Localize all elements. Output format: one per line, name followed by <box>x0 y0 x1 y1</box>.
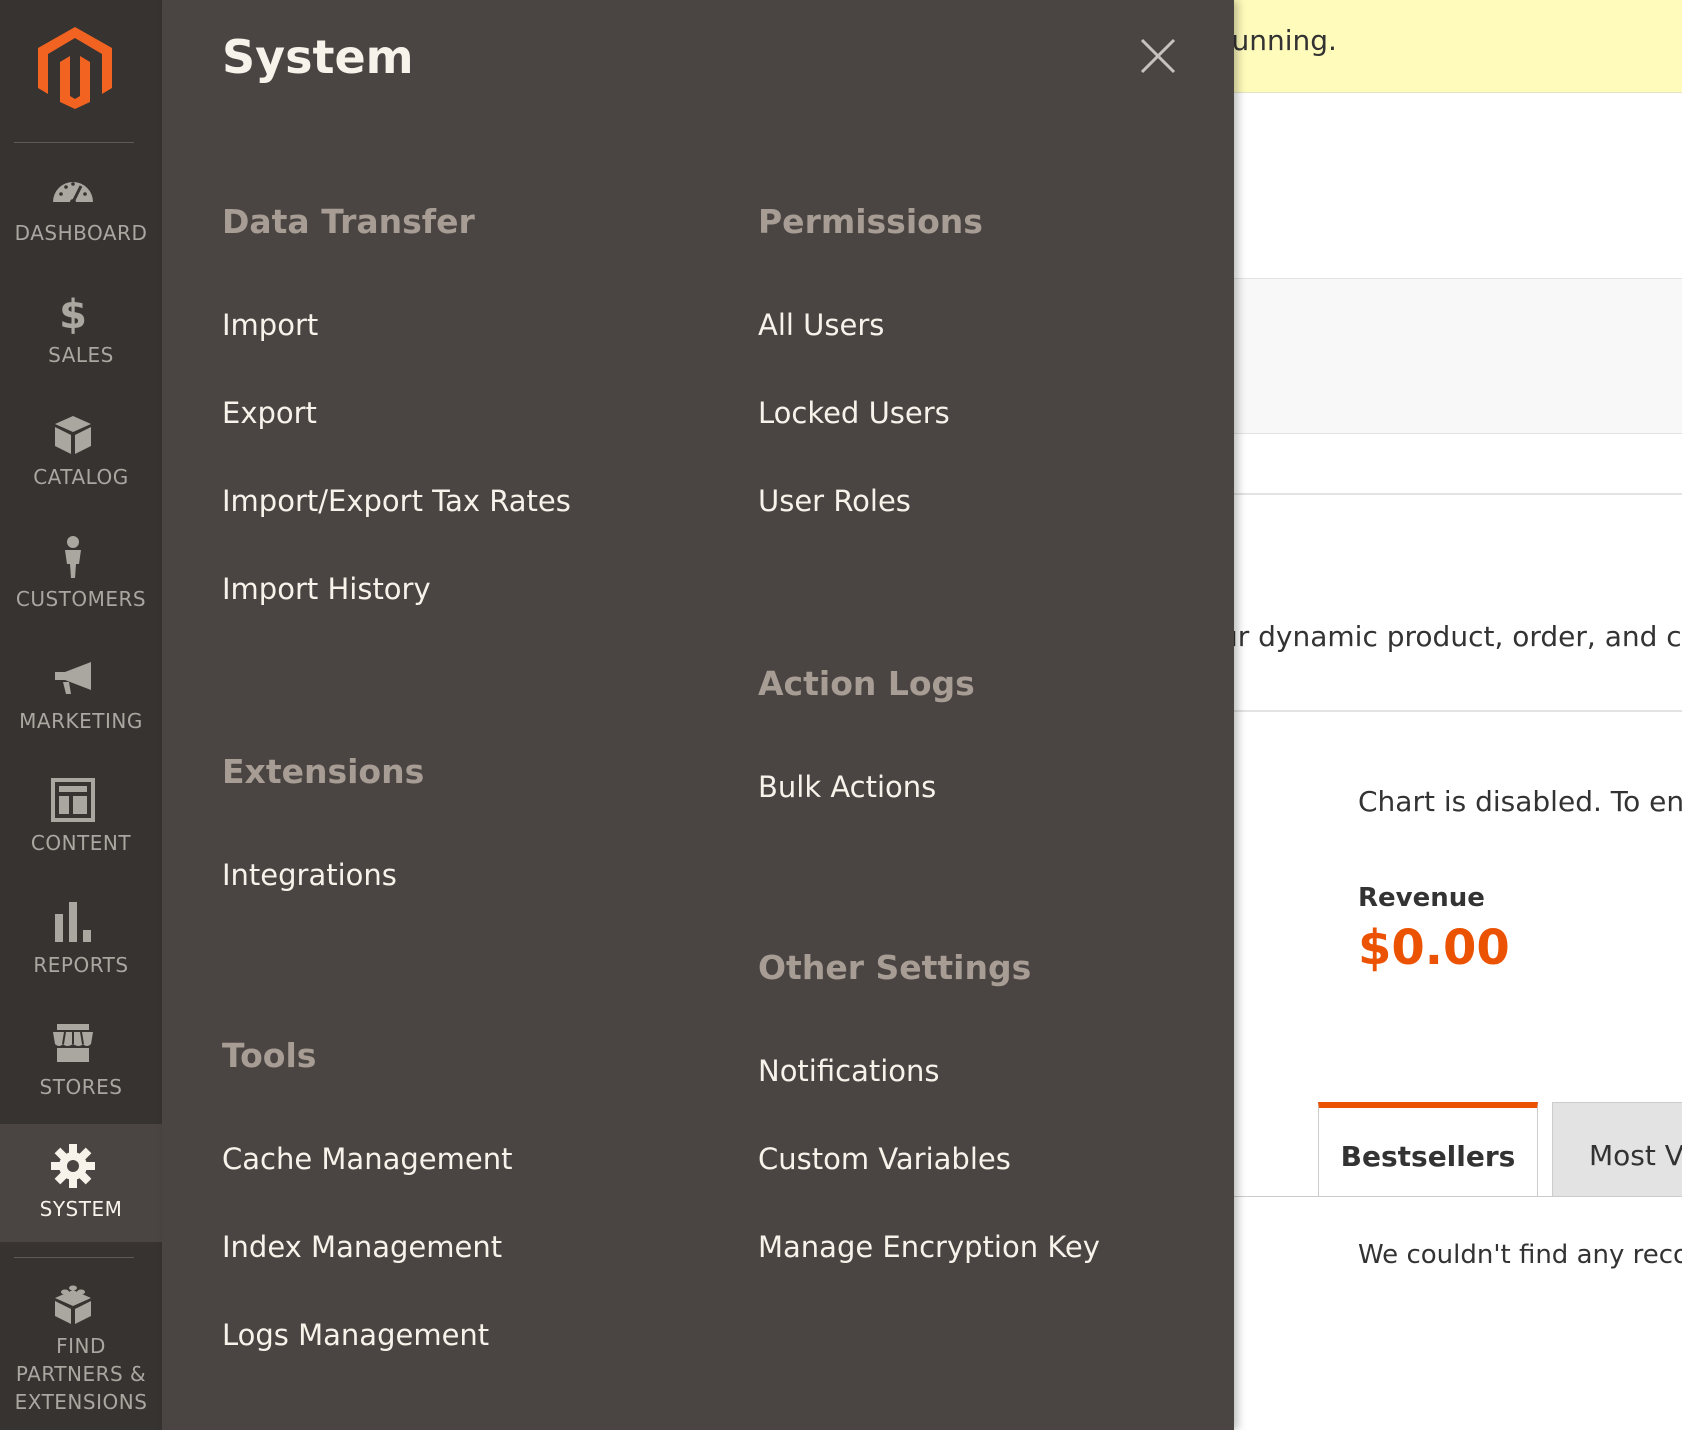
admin-sidebar: DASHBOARD $ SALES CATALOG CUSTOMERS MARK… <box>0 0 162 1430</box>
menu-link-import-export-tax-rates[interactable]: Import/Export Tax Rates <box>222 484 571 518</box>
menu-link-export[interactable]: Export <box>222 396 317 430</box>
dashboard-page: running. ur dynamic product, order, and … <box>1230 0 1682 1430</box>
sidebar-item-find-partners[interactable]: FIND PARTNERS & EXTENSIONS <box>0 1262 162 1414</box>
box-icon <box>55 416 91 454</box>
blocks-icon <box>55 1285 91 1324</box>
megaphone-icon <box>55 662 91 694</box>
content-band <box>1230 278 1682 434</box>
section-heading-data-transfer: Data Transfer <box>222 202 475 241</box>
menu-link-notifications[interactable]: Notifications <box>758 1054 940 1088</box>
storefront-icon <box>53 1024 93 1062</box>
menu-link-locked-users[interactable]: Locked Users <box>758 396 950 430</box>
sidebar-item-dashboard[interactable]: DASHBOARD <box>0 148 162 266</box>
notice-text: running. <box>1230 24 1337 57</box>
section-heading-tools: Tools <box>222 1036 317 1075</box>
tab-most-viewed[interactable]: Most V <box>1552 1102 1682 1197</box>
sidebar-item-label: CATALOG <box>33 465 129 489</box>
close-icon[interactable] <box>1138 36 1178 76</box>
revenue-value: $0.00 <box>1358 920 1510 976</box>
sidebar-item-label: CUSTOMERS <box>15 587 147 611</box>
intro-text: ur dynamic product, order, and cus <box>1230 620 1682 653</box>
flyout-title: System <box>222 30 414 84</box>
sidebar-item-label: SALES <box>48 343 114 367</box>
system-flyout-menu: System Data Transfer Import Export Impor… <box>162 0 1234 1430</box>
menu-link-all-users[interactable]: All Users <box>758 308 884 342</box>
menu-link-user-roles[interactable]: User Roles <box>758 484 911 518</box>
sidebar-item-label: CONTENT <box>30 831 132 855</box>
sidebar-item-label: SYSTEM <box>39 1197 123 1221</box>
menu-link-manage-encryption-key[interactable]: Manage Encryption Key <box>758 1230 1100 1264</box>
menu-link-logs-management[interactable]: Logs Management <box>222 1318 489 1352</box>
sidebar-item-marketing[interactable]: MARKETING <box>0 636 162 754</box>
no-records-message: We couldn't find any record <box>1358 1240 1682 1270</box>
sidebar-item-content[interactable]: CONTENT <box>0 758 162 876</box>
sidebar-item-system[interactable]: SYSTEM <box>0 1124 162 1242</box>
menu-link-cache-management[interactable]: Cache Management <box>222 1142 512 1176</box>
logo-divider <box>14 142 134 143</box>
tab-bestsellers[interactable]: Bestsellers <box>1318 1102 1538 1197</box>
sidebar-item-stores[interactable]: STORES <box>0 1002 162 1120</box>
sidebar-item-label: DASHBOARD <box>14 221 148 245</box>
bar-chart-icon <box>55 902 91 942</box>
tab-label: Most V <box>1589 1139 1682 1172</box>
tab-label: Bestsellers <box>1340 1140 1516 1173</box>
sidebar-item-label: FIND PARTNERS & EXTENSIONS <box>14 1334 148 1414</box>
person-icon <box>65 536 81 578</box>
divider <box>1230 493 1682 495</box>
menu-link-index-management[interactable]: Index Management <box>222 1230 502 1264</box>
menu-link-bulk-actions[interactable]: Bulk Actions <box>758 770 936 804</box>
sidebar-item-label: REPORTS <box>33 953 129 977</box>
gear-icon <box>51 1144 95 1188</box>
sidebar-divider <box>14 1257 134 1258</box>
svg-text:$: $ <box>59 292 87 334</box>
section-heading-other-settings: Other Settings <box>758 948 1032 987</box>
menu-link-import[interactable]: Import <box>222 308 318 342</box>
divider <box>1230 710 1682 712</box>
dashboard-gauge-icon <box>53 182 93 205</box>
section-heading-extensions: Extensions <box>222 752 425 791</box>
magento-logo-icon[interactable] <box>36 25 114 109</box>
sidebar-item-catalog[interactable]: CATALOG <box>0 392 162 510</box>
layout-icon <box>51 778 95 822</box>
system-notice-bar: running. <box>1230 0 1682 93</box>
dollar-icon: $ <box>59 292 87 334</box>
menu-link-import-history[interactable]: Import History <box>222 572 431 606</box>
menu-link-integrations[interactable]: Integrations <box>222 858 397 892</box>
sidebar-item-label: MARKETING <box>19 709 143 733</box>
section-heading-action-logs: Action Logs <box>758 664 975 703</box>
sidebar-item-sales[interactable]: $ SALES <box>0 270 162 388</box>
revenue-label: Revenue <box>1358 883 1485 913</box>
menu-link-custom-variables[interactable]: Custom Variables <box>758 1142 1011 1176</box>
sidebar-item-label: STORES <box>39 1075 123 1099</box>
section-heading-permissions: Permissions <box>758 202 983 241</box>
tabs-underline <box>1230 1196 1682 1197</box>
sidebar-item-reports[interactable]: REPORTS <box>0 880 162 998</box>
sidebar-item-customers[interactable]: CUSTOMERS <box>0 514 162 632</box>
chart-disabled-message: Chart is disabled. To enal <box>1358 785 1682 818</box>
